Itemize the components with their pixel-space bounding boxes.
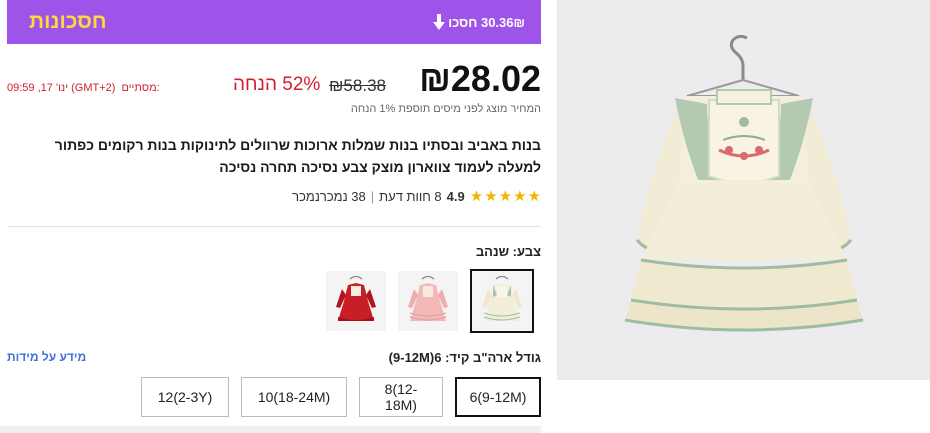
star-icon: ★ — [484, 188, 498, 205]
color-swatch-ivory[interactable] — [470, 269, 534, 333]
rating-value: 4.9 — [446, 189, 465, 204]
bottom-bar — [0, 426, 541, 433]
savings-text: 30.36₪ חסכו — [448, 14, 525, 30]
color-swatch-red[interactable] — [326, 271, 386, 331]
rating-stars[interactable]: ★ ★ ★ ★ ★ — [470, 189, 541, 204]
color-swatches — [326, 269, 534, 333]
star-icon: ★ — [527, 188, 541, 205]
star-icon: ★ — [469, 188, 484, 205]
size-label: גודל ארה"ב קיד: 6(9-12M) — [388, 350, 541, 365]
separator: | — [370, 189, 375, 204]
tax-note: המחיר מוצג לפני מיסים תוספת 1% הנחה — [350, 103, 541, 115]
rating-row: ★ ★ ★ ★ ★ 4.9 8 חוות דעת | 38 נמכרנמכר — [292, 189, 541, 204]
color-label: צבע: שנהב — [475, 244, 541, 259]
price-row: ₪28.02 ₪58.38 52% הנחה ינו' 17, 09:59 (G… — [7, 58, 541, 99]
sold-count: 38 נמכרנמכר — [292, 189, 366, 204]
reviews-link[interactable]: 8 חוות דעת — [379, 189, 442, 204]
savings-badge: 30.36₪ חסכו — [433, 14, 525, 30]
divider — [7, 226, 541, 227]
product-image[interactable] — [557, 0, 930, 380]
timer-label: מסתיים: — [121, 82, 160, 94]
down-arrow-icon — [433, 14, 446, 30]
star-icon: ★ — [513, 188, 527, 205]
size-option[interactable]: 8(12-18M) — [359, 377, 443, 417]
banner-title: חסכונות — [29, 10, 107, 33]
discount-label: 52% הנחה — [233, 74, 321, 95]
size-option[interactable]: 6(9-12M) — [455, 377, 541, 417]
size-option[interactable]: 12(2-3Y) — [141, 377, 229, 417]
savings-banner: חסכונות 30.36₪ חסכו — [7, 0, 541, 44]
product-info-panel: חסכונות 30.36₪ חסכו ₪28.02 ₪58.38 52% הנ… — [0, 0, 548, 433]
size-options: 6(9-12M) 8(12-18M) 10(18-24M) 12(2-3Y) — [141, 377, 541, 417]
sale-timer: ינו' 17, 09:59 (GMT+2) מסתיים: — [7, 82, 160, 94]
color-swatch-pink[interactable] — [398, 271, 458, 331]
size-option[interactable]: 10(18-24M) — [241, 377, 347, 417]
star-icon: ★ — [498, 188, 513, 205]
original-price: ₪58.38 — [329, 76, 386, 95]
product-title: בנות באביב ובסתיו בנות שמלות ארוכות שרוו… — [54, 137, 541, 175]
current-price: ₪28.02 — [419, 58, 541, 99]
size-guide-link[interactable]: מידע על מידות — [7, 350, 86, 364]
size-row: מידע על מידות גודל ארה"ב קיד: 6(9-12M) — [7, 350, 541, 370]
timer-value: ינו' 17, 09:59 (GMT+2) — [7, 82, 116, 94]
